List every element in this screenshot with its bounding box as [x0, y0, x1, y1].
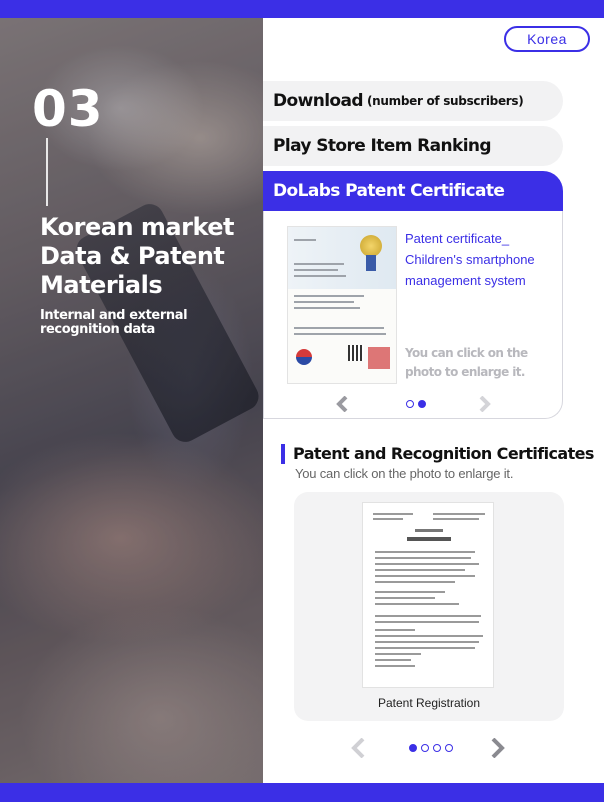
- tab-label-suffix: (number of subscribers): [366, 94, 524, 108]
- doc-line: [375, 551, 475, 553]
- doc-line: [375, 591, 445, 593]
- enlarge-hint: You can click on the photo to enlarge it…: [405, 346, 528, 379]
- patent-registration-document[interactable]: [362, 502, 494, 688]
- bottom-accent-bar: [0, 783, 604, 802]
- qr-code-icon: [348, 345, 364, 361]
- doc-line: [375, 563, 479, 565]
- language-toggle-button[interactable]: Korea: [504, 26, 590, 52]
- gold-seal-icon: [360, 235, 382, 257]
- doc-line: [373, 518, 403, 520]
- tab-patent-certificate[interactable]: DoLabs Patent Certificate: [263, 171, 563, 211]
- pagination-dot[interactable]: [406, 400, 414, 408]
- doc-line: [433, 513, 485, 515]
- doc-line: [375, 653, 421, 655]
- doc-line: [375, 621, 479, 623]
- panel-pagination: [406, 400, 426, 408]
- chevron-left-icon[interactable]: [335, 396, 349, 412]
- doc-line: [375, 641, 479, 643]
- cert-line: [294, 333, 386, 335]
- doc-heading: [407, 537, 451, 541]
- patent-certificate-thumbnail[interactable]: [287, 226, 397, 384]
- doc-line: [375, 603, 459, 605]
- slider-pagination: [409, 744, 453, 752]
- tab-label: Download: [273, 91, 364, 111]
- doc-line: [375, 597, 435, 599]
- doc-line: [375, 557, 471, 559]
- chevron-right-icon[interactable]: [490, 738, 506, 758]
- cert-line: [294, 239, 316, 241]
- cert-line: [294, 275, 346, 277]
- doc-line: [433, 518, 479, 520]
- section-number: 03: [32, 80, 104, 138]
- doc-line: [375, 665, 415, 667]
- pagination-dot[interactable]: [445, 744, 453, 752]
- certificates-section-subtitle: You can click on the photo to enlarge it…: [295, 466, 514, 481]
- tab-play-store-ranking[interactable]: Play Store Item Ranking: [263, 126, 563, 166]
- pagination-dot[interactable]: [433, 744, 441, 752]
- doc-line: [375, 659, 411, 661]
- ribbon-icon: [366, 255, 376, 271]
- chevron-right-icon[interactable]: [478, 396, 492, 412]
- chevron-left-icon[interactable]: [350, 738, 366, 758]
- pagination-dot[interactable]: [421, 744, 429, 752]
- pagination-dot-active[interactable]: [409, 744, 417, 752]
- doc-line: [373, 513, 413, 515]
- doc-line: [375, 581, 455, 583]
- certificate-caption: Patent certificate_ Children's smartphon…: [405, 231, 535, 288]
- doc-line: [375, 647, 475, 649]
- pagination-dot-active[interactable]: [418, 400, 426, 408]
- doc-line: [375, 569, 465, 571]
- doc-line: [375, 629, 415, 631]
- official-stamp-icon: [368, 347, 390, 369]
- section-accent-bar: [281, 444, 285, 464]
- doc-line: [375, 635, 483, 637]
- slide-caption: Patent Registration: [377, 696, 481, 710]
- certificates-section-title: Patent and Recognition Certificates: [293, 444, 594, 463]
- cert-line: [294, 327, 384, 329]
- hero-subtitle: Internal and external recognition data: [40, 308, 188, 337]
- doc-heading: [415, 529, 443, 532]
- doc-line: [375, 575, 475, 577]
- doc-line: [375, 615, 481, 617]
- tab-download[interactable]: Download (number of subscribers): [263, 81, 563, 121]
- taegeuk-emblem-icon: [296, 349, 312, 365]
- certificate-header-band: [288, 227, 396, 289]
- cert-line: [294, 295, 364, 297]
- tab-label: Play Store Item Ranking: [273, 136, 492, 156]
- top-accent-bar: [0, 0, 604, 18]
- hero-title: Korean market Data & Patent Materials: [40, 213, 235, 299]
- cert-line: [294, 307, 360, 309]
- cert-line: [294, 269, 338, 271]
- cert-line: [294, 263, 344, 265]
- cert-line: [294, 301, 354, 303]
- tab-label: DoLabs Patent Certificate: [273, 181, 505, 201]
- divider-line: [46, 138, 48, 206]
